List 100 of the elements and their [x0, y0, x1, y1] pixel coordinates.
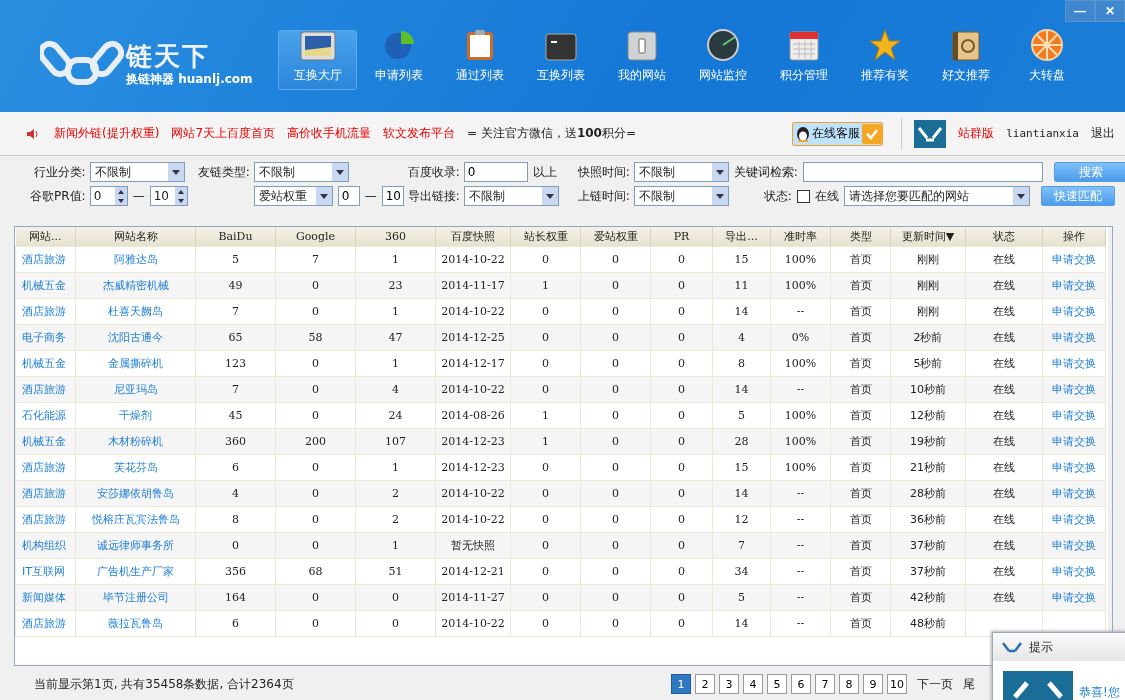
page-button[interactable]: 10	[887, 674, 907, 694]
table-cell: 28秒前	[910, 486, 946, 500]
column-header[interactable]: Google	[275, 227, 356, 247]
snapshot-time-dropdown[interactable]: 不限制	[633, 162, 729, 182]
table-cell: 0	[612, 408, 619, 422]
logout-link[interactable]: 退出	[1091, 125, 1115, 142]
table-cell: 首页	[849, 460, 872, 474]
table-cell: --	[796, 564, 805, 578]
promo-link[interactable]: 高价收手机流量	[287, 125, 371, 142]
online-support-button[interactable]: 在线客服	[792, 121, 884, 146]
table-cell: 在线	[993, 252, 1015, 266]
table-cell: 0	[312, 304, 319, 318]
link-time-dropdown[interactable]: 不限制	[633, 186, 729, 206]
weight-from-field[interactable]: 0	[337, 186, 360, 206]
table-cell: 14	[734, 304, 749, 318]
table-cell: 7	[232, 304, 239, 318]
table-cell: 2014-10-22	[441, 252, 505, 266]
table-cell: 0	[612, 330, 619, 344]
last-page-link[interactable]: 尾	[963, 675, 975, 693]
table-cell: 0	[542, 460, 549, 474]
table-cell: 在线	[993, 460, 1015, 474]
weight-to-field[interactable]: 10	[381, 186, 404, 206]
column-header[interactable]: 网站名称	[75, 227, 196, 247]
table-cell: 5	[738, 408, 745, 422]
table-cell: 28	[734, 434, 749, 448]
pr-to-spinner[interactable]: 10	[149, 186, 188, 206]
table-cell: 在线	[993, 356, 1015, 370]
penguin-icon	[796, 125, 811, 142]
table-cell: 5	[738, 590, 745, 604]
table-link[interactable]: 干燥剂	[119, 408, 152, 422]
baidu-index-field[interactable]: 0	[463, 162, 528, 182]
page-button[interactable]: 7	[815, 674, 835, 694]
column-header[interactable]: 状态	[965, 227, 1043, 247]
table-cell: 在线	[993, 278, 1015, 292]
table-link[interactable]: 尼亚玛岛	[113, 382, 158, 396]
table-cell: 48秒前	[910, 616, 946, 630]
close-button[interactable]: ✕	[1095, 0, 1125, 22]
page-button[interactable]: 6	[791, 674, 811, 694]
page-button[interactable]: 9	[863, 674, 883, 694]
table-cell: 2	[392, 486, 399, 500]
filter-label: 快照时间:	[577, 163, 630, 181]
promo-link[interactable]: 网站7天上百度首页	[171, 125, 275, 142]
table-cell: 100%	[784, 252, 817, 266]
minimize-button[interactable]: —	[1065, 0, 1095, 22]
address-book-icon	[950, 31, 981, 61]
column-header[interactable]: 爱站权重	[580, 227, 651, 247]
table-cell: 107	[385, 434, 406, 448]
table-link[interactable]: 芙花芬岛	[113, 460, 158, 474]
column-header[interactable]: BaiDu	[195, 227, 276, 247]
column-header[interactable]: 类型	[830, 227, 891, 247]
nav-tab[interactable]: 互换列表	[521, 30, 600, 90]
next-page-link[interactable]: 下一页	[917, 675, 953, 693]
column-header[interactable]: 360	[355, 227, 436, 247]
table-cell: 0	[542, 252, 549, 266]
industry-dropdown[interactable]: 不限制	[89, 162, 185, 182]
table-cell: --	[796, 382, 805, 396]
table-cell: 0	[542, 590, 549, 604]
promo-link[interactable]: 新闻外链(提升权重)	[54, 125, 160, 142]
table-cell: 360	[225, 434, 246, 448]
page-button[interactable]: 5	[767, 674, 787, 694]
search-button[interactable]: 搜索	[1053, 162, 1125, 182]
link-type-dropdown[interactable]: 不限制	[253, 162, 349, 182]
checkbox-label: 在线	[814, 187, 839, 205]
nav-tab[interactable]: 积分管理	[764, 30, 843, 90]
nav-tab[interactable]: 推荐有奖	[845, 30, 924, 90]
keyword-field[interactable]	[802, 162, 1043, 182]
table-cell: 0	[312, 278, 319, 292]
nav-tab[interactable]: 互换大厅	[278, 30, 357, 90]
page-button[interactable]: 1	[671, 674, 691, 694]
nav-tab[interactable]: 申请列表	[359, 30, 438, 90]
column-header[interactable]: 更新时间▼	[890, 227, 966, 247]
table-cell: 首页	[849, 486, 872, 500]
table-cell: 暂无快照	[451, 538, 495, 552]
column-header[interactable]: 操作	[1042, 227, 1106, 247]
page-button[interactable]: 4	[743, 674, 763, 694]
page-button[interactable]: 8	[839, 674, 859, 694]
nav-tab[interactable]: 大转盘	[1007, 30, 1086, 90]
weight-dropdown[interactable]: 爱站权重	[253, 186, 333, 206]
quick-match-button[interactable]: 快速匹配	[1040, 186, 1115, 206]
nav-tab[interactable]: 好文推荐	[926, 30, 1005, 90]
column-header[interactable]: PR	[650, 227, 713, 247]
column-header[interactable]: 百度快照	[435, 227, 511, 247]
outbound-dropdown[interactable]: 不限制	[463, 186, 559, 206]
nav-tab[interactable]: 我的网站	[602, 30, 681, 90]
column-header[interactable]: 网站...	[15, 227, 76, 247]
table-cell: 0	[678, 278, 685, 292]
table-cell: 在线	[993, 538, 1015, 552]
page-button[interactable]: 3	[719, 674, 739, 694]
pr-from-spinner[interactable]: 0	[89, 186, 128, 206]
column-header[interactable]: 站长权重	[510, 227, 581, 247]
table-link[interactable]: 阿雅达岛	[113, 252, 158, 266]
table-cell: 0	[678, 538, 685, 552]
promo-link[interactable]: 软文发布平台	[383, 125, 455, 142]
column-header[interactable]: 导出...	[712, 227, 771, 247]
page-button[interactable]: 2	[695, 674, 715, 694]
nav-tab[interactable]: 通过列表	[440, 30, 519, 90]
match-site-dropdown[interactable]: 请选择您要匹配的网站	[843, 186, 1030, 206]
nav-tab[interactable]: 网站监控	[683, 30, 762, 90]
column-header[interactable]: 准时率	[770, 227, 831, 247]
online-checkbox[interactable]	[796, 189, 810, 203]
